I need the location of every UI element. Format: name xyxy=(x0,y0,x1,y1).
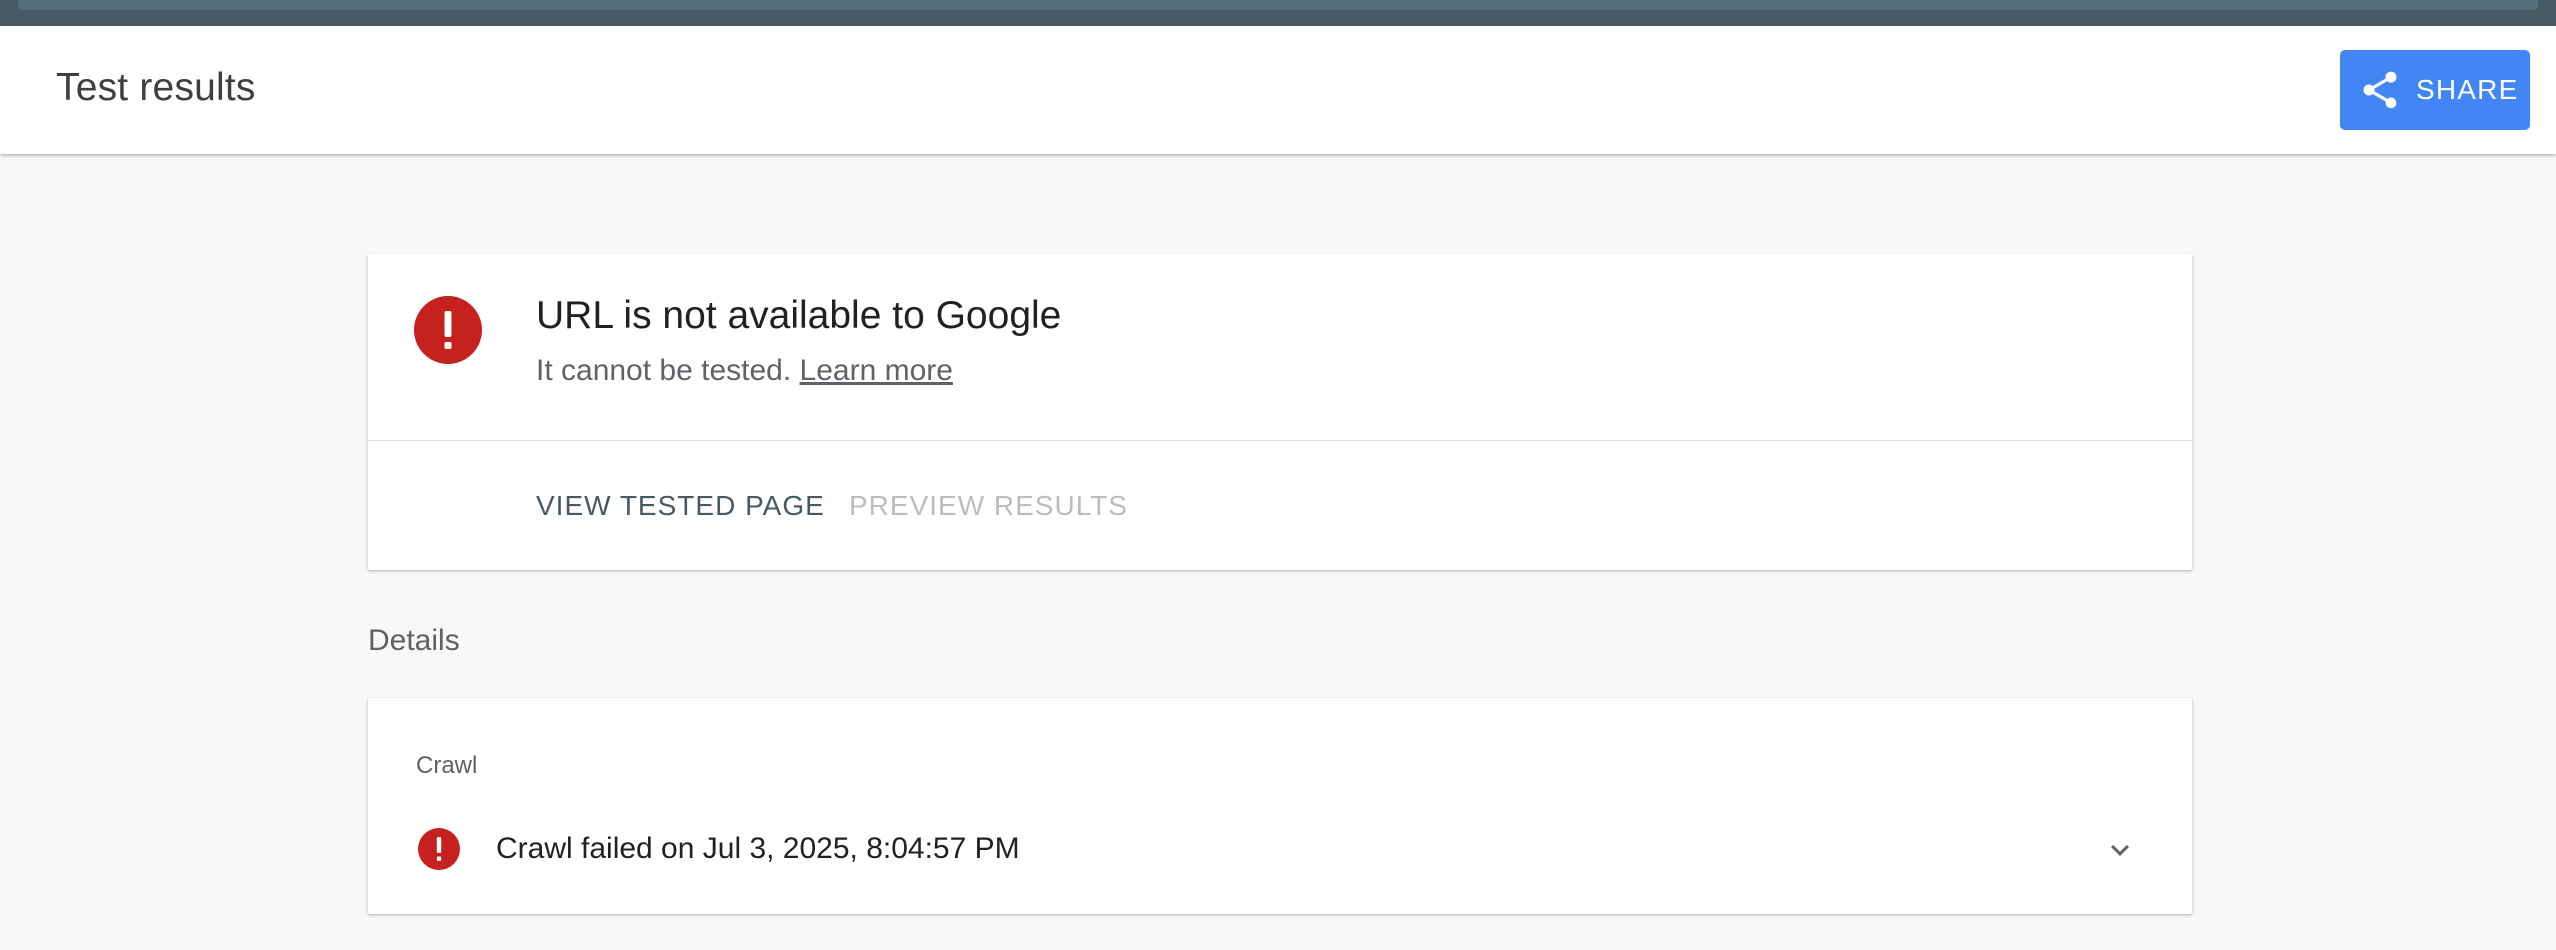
error-icon xyxy=(414,296,482,364)
crawl-card: Crawl Crawl failed on Jul 3, 2025, 8:04:… xyxy=(368,698,2192,914)
details-heading: Details xyxy=(368,624,460,657)
crawl-label: Crawl xyxy=(416,752,478,779)
share-icon xyxy=(2358,68,2402,112)
result-card: URL is not available to Google It cannot… xyxy=(368,254,2192,570)
chevron-down-icon[interactable] xyxy=(2102,832,2138,868)
crawl-status[interactable]: Crawl failed on Jul 3, 2025, 8:04:57 PM xyxy=(496,832,1020,866)
preview-results-button[interactable]: PREVIEW RESULTS xyxy=(849,490,1128,522)
result-subtitle: It cannot be tested. Learn more xyxy=(536,354,953,388)
page-title: Test results xyxy=(56,66,256,109)
top-app-bar-inner xyxy=(18,0,2538,10)
result-title: URL is not available to Google xyxy=(536,294,1062,337)
top-app-bar xyxy=(0,0,2556,26)
card-divider xyxy=(368,440,2192,441)
results-header: Test results SHARE xyxy=(0,26,2556,154)
result-subtitle-text: It cannot be tested. xyxy=(536,354,792,387)
view-tested-page-button[interactable]: VIEW TESTED PAGE xyxy=(536,490,825,522)
share-label: SHARE xyxy=(2416,74,2519,105)
crawl-error-icon xyxy=(418,828,460,870)
share-button[interactable]: SHARE xyxy=(2340,50,2530,130)
learn-more-link[interactable]: Learn more xyxy=(800,354,953,387)
